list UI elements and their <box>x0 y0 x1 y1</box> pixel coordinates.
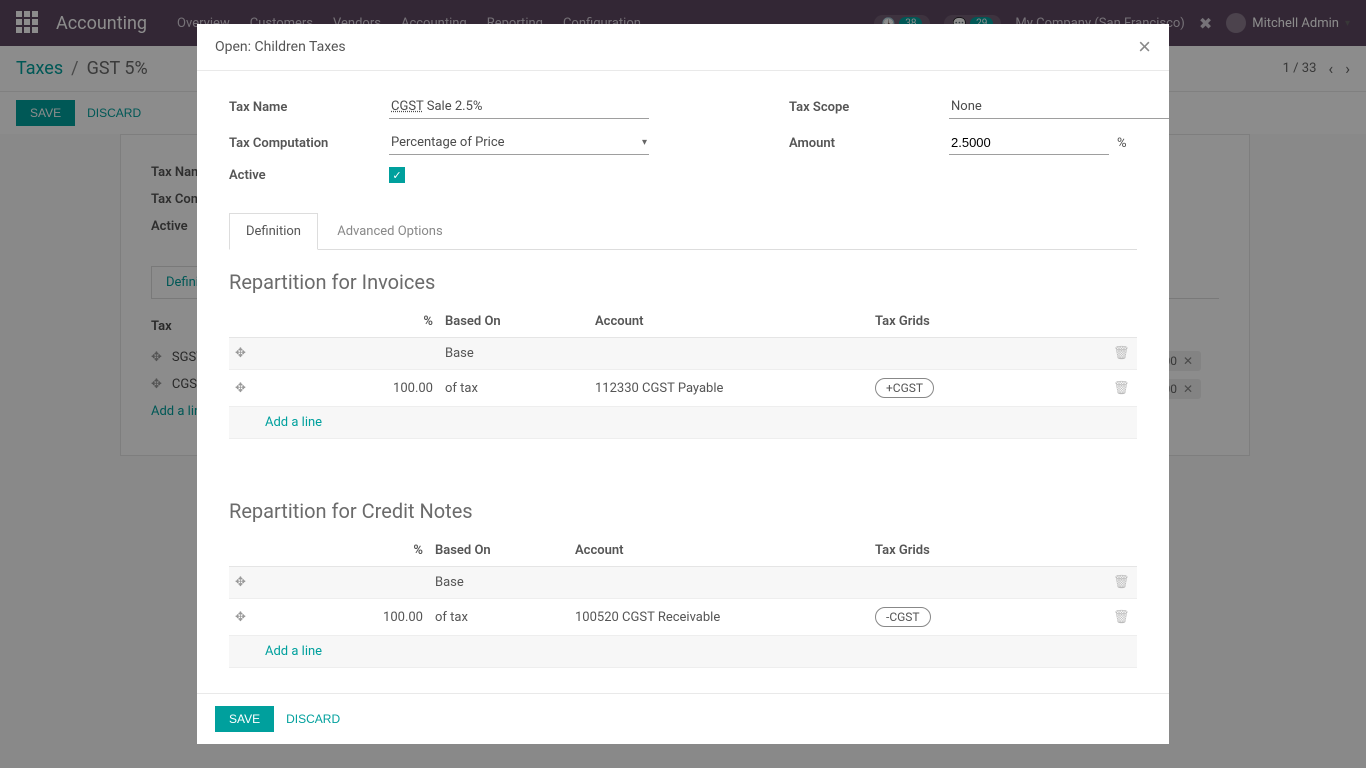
tax-name-input[interactable]: CGST Sale 2.5% <box>389 95 649 119</box>
invoices-table: % Based On Account Tax Grids ✥ Base 🗑 <box>229 306 1137 439</box>
col-pct: % <box>259 306 439 338</box>
section-invoices-title: Repartition for Invoices <box>229 270 1137 294</box>
trash-icon[interactable]: 🗑 <box>1113 575 1130 590</box>
drag-handle-icon[interactable]: ✥ <box>235 346 246 361</box>
trash-icon[interactable]: 🗑 <box>1113 381 1130 396</box>
col-grids: Tax Grids <box>869 306 1107 338</box>
inv-row-1[interactable]: ✥ Base 🗑 <box>229 338 1137 370</box>
label-tax-comp: Tax Computation <box>229 136 379 151</box>
label-tax-scope: Tax Scope <box>789 100 939 115</box>
amount-unit: % <box>1117 136 1127 151</box>
tax-scope-select[interactable]: None▾ <box>949 95 1169 119</box>
credit-row-1[interactable]: ✥ Base 🗑 <box>229 567 1137 599</box>
modal-discard-button[interactable]: DISCARD <box>286 712 340 726</box>
modal-title: Open: Children Taxes <box>215 39 1138 55</box>
modal-footer: SAVE DISCARD <box>197 693 1169 744</box>
credit-row-2[interactable]: ✥ 100.00 of tax 100520 CGST Receivable -… <box>229 599 1137 636</box>
label-tax-name: Tax Name <box>229 100 379 115</box>
trash-icon[interactable]: 🗑 <box>1113 346 1130 361</box>
add-line-link[interactable]: Add a line <box>265 644 322 659</box>
col-account: Account <box>589 306 869 338</box>
trash-icon[interactable]: 🗑 <box>1113 610 1130 625</box>
credit-add-row: Add a line <box>229 636 1137 668</box>
inv-row-2[interactable]: ✥ 100.00 of tax 112330 CGST Payable +CGS… <box>229 370 1137 407</box>
active-checkbox[interactable]: ✓ <box>389 167 405 183</box>
col-grids-2: Tax Grids <box>869 535 1107 567</box>
modal-tabs: Definition Advanced Options <box>229 213 1137 250</box>
section-credit-title: Repartition for Credit Notes <box>229 499 1137 523</box>
credit-table: % Based On Account Tax Grids ✥ Base 🗑 <box>229 535 1137 668</box>
close-icon[interactable]: × <box>1138 36 1151 58</box>
tab-advanced[interactable]: Advanced Options <box>321 214 458 249</box>
form-grid: Tax Name CGST Sale 2.5% Tax Scope None▾ … <box>229 95 1137 183</box>
col-based-2: Based On <box>429 535 569 567</box>
col-account-2: Account <box>569 535 869 567</box>
label-active: Active <box>229 168 379 183</box>
label-amount: Amount <box>789 136 939 151</box>
tax-comp-select[interactable]: Percentage of Price▾ <box>389 131 649 155</box>
col-based: Based On <box>439 306 589 338</box>
modal-dialog: Open: Children Taxes × Tax Name CGST Sal… <box>197 24 1169 744</box>
tax-grid-tag[interactable]: -CGST <box>875 607 931 627</box>
modal-save-button[interactable]: SAVE <box>215 706 274 732</box>
inv-add-row: Add a line <box>229 407 1137 439</box>
drag-handle-icon[interactable]: ✥ <box>235 381 246 396</box>
add-line-link[interactable]: Add a line <box>265 415 322 430</box>
modal-header: Open: Children Taxes × <box>197 24 1169 71</box>
modal-body: Tax Name CGST Sale 2.5% Tax Scope None▾ … <box>197 71 1169 693</box>
col-pct-2: % <box>259 535 429 567</box>
drag-handle-icon[interactable]: ✥ <box>235 575 246 590</box>
tax-grid-tag[interactable]: +CGST <box>875 378 934 398</box>
drag-handle-icon[interactable]: ✥ <box>235 610 246 625</box>
tab-definition[interactable]: Definition <box>229 213 318 250</box>
amount-input[interactable] <box>949 131 1109 155</box>
